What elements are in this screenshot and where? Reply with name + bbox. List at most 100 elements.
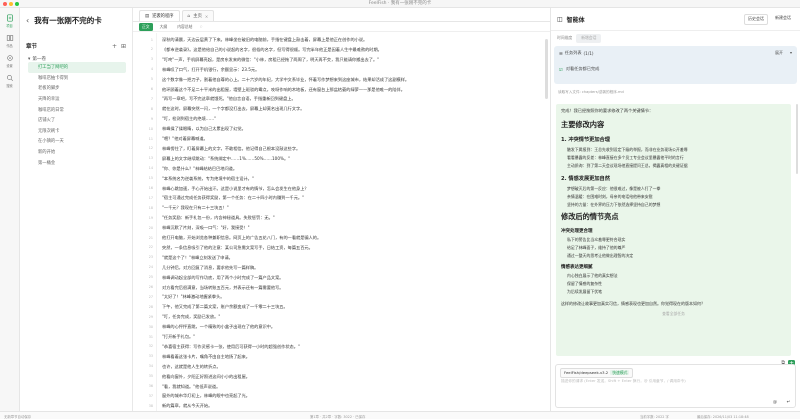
status-word-count: 当前字数: 2022 字 bbox=[640, 415, 669, 419]
rail-label: 作品 bbox=[6, 44, 13, 48]
project-header: ‹ 我有一张刚不完的卡 bbox=[20, 8, 132, 32]
tab-chapter[interactable]: ▤ 逆袭的程序 bbox=[139, 10, 180, 21]
tab-label: 逆袭的程序 bbox=[152, 14, 174, 19]
paragraph: 屏幕上的文字继续跳动："系统绑定中……1%……50%……100%。" bbox=[162, 155, 291, 161]
paragraph: "宿主可通过完成任务获得奖励，第一个任务：在二十四小时内赚到一千元。" bbox=[162, 195, 305, 201]
status-last-saved: 最后保存: 2026/11/03 11:18:48 bbox=[697, 415, 749, 419]
line-number: 23 bbox=[148, 255, 153, 260]
answer-minor-heading: 情感表达更细腻 bbox=[561, 265, 593, 270]
task-list-header: ☰ 任务列表 (1/1) bbox=[559, 50, 594, 56]
chapter-item[interactable]: 打工当了网吧的 bbox=[28, 62, 126, 73]
history-button[interactable]: 历史会话 bbox=[744, 13, 768, 25]
chapter-item[interactable]: 新的开始 bbox=[28, 147, 126, 158]
line-number: 21 bbox=[148, 235, 153, 240]
rail-item-works[interactable]: 作品 bbox=[0, 34, 19, 48]
line-number: 32 bbox=[148, 344, 153, 349]
answer-heading-after: 修改后的情节亮点 bbox=[561, 212, 619, 221]
agent-icon: ◫ bbox=[557, 15, 563, 23]
task-count: (1/1) bbox=[583, 50, 594, 56]
paragraph: "任务奖励：新手礼包一份，内含神秘道具。失败惩罚：无。" bbox=[162, 215, 275, 221]
chapter-item[interactable]: 咖啡店抽卡得到 bbox=[28, 73, 126, 84]
line-number: 24 bbox=[148, 265, 153, 270]
chevron-down-icon[interactable]: ▾ bbox=[790, 50, 792, 55]
model-mode-badge: 快速模式 bbox=[610, 370, 630, 375]
search-icon bbox=[6, 75, 13, 82]
answer-list-item: 主动质询：到了第二天会议现场他直接提问王总，揭露真相的关键证据 bbox=[567, 163, 688, 168]
paragraph: 林峰心跳加速，手心开始出汗。这是小说里才有的情节，怎么会发生在他身上？ bbox=[162, 185, 309, 191]
paragraph: 下午，他又完成了第二篇文案，账户余额变成了一千零二十三块五。 bbox=[162, 304, 288, 310]
mention-button[interactable]: @ bbox=[773, 399, 777, 404]
answer-list-item: 亲情温暖：在困难时刻，母亲的电话给他带来安慰 bbox=[567, 194, 653, 199]
rail-item-settings[interactable]: 设置 bbox=[0, 54, 19, 68]
chapter-item[interactable]: 无限次刷卡 bbox=[28, 126, 126, 137]
chapter-item[interactable]: 老板的脚步 bbox=[28, 83, 126, 94]
send-button[interactable]: ↵ bbox=[786, 399, 790, 404]
chapter-item[interactable]: 店铺火了 bbox=[28, 115, 126, 126]
paragraph: 窗外的城市华灯初上，林峰的眼中也亮起了光。 bbox=[162, 393, 250, 399]
new-folder-icon[interactable]: ⊞ bbox=[121, 43, 126, 50]
model-select[interactable]: FeelFish/deepseek-v3.2 快速模式 bbox=[560, 368, 634, 378]
line-number: 36 bbox=[148, 384, 153, 388]
answer-list-item: 给足了林峰面子，维持了他的尊严 bbox=[567, 245, 626, 250]
message-composer: FeelFish/deepseek-v3.2 快速模式 描述你的请求 (Enter… bbox=[555, 364, 796, 408]
agent-header: ◫ 智能体 历史会话 新建会话 bbox=[551, 8, 800, 31]
rail-item-project[interactable]: 项目 bbox=[0, 14, 19, 28]
mode-summary-button[interactable]: 内容总结 bbox=[174, 23, 195, 31]
paragraph: 林峰的心怦怦直跳，一个精致的小盒子出现在了他的意识中。 bbox=[162, 324, 276, 330]
agent-scrollbar[interactable] bbox=[795, 104, 798, 174]
expand-button[interactable]: 展开 bbox=[775, 50, 783, 56]
context-label: 时间维度 bbox=[557, 35, 573, 40]
message-input[interactable]: 描述你的请求 (Enter 发送，Shift + Enter 换行，@ 引用章节… bbox=[561, 379, 686, 384]
line-number: 13 bbox=[148, 156, 153, 161]
context-select[interactable]: 新增会话 bbox=[576, 33, 602, 43]
line-number: 8 bbox=[150, 106, 153, 111]
rail-label: 设置 bbox=[6, 64, 13, 68]
line-number: 7 bbox=[150, 96, 153, 101]
line-number: 33 bbox=[148, 354, 153, 359]
line-number: 34 bbox=[148, 364, 153, 369]
lightbulb-icon[interactable]: ♢ bbox=[199, 24, 203, 29]
answer-list-item: 坚持的力量：在外界的压力下依然选择坚持自己的梦想 bbox=[567, 202, 661, 207]
new-session-button[interactable]: 新建会话 bbox=[772, 13, 794, 25]
chapter-item[interactable]: 天降的幸运 bbox=[28, 94, 126, 105]
editor-scrollbar[interactable] bbox=[545, 39, 548, 99]
paragraph: "你、你是什么？"林峰结结巴巴地问道。 bbox=[162, 165, 238, 171]
agent-answer: 完成！我已经按照你的要求修改了两个关键情节： 主要修改内容 1. 冲突情节更加合… bbox=[556, 104, 791, 356]
paragraph: "一千元？我现在只有二十三块五！" bbox=[162, 205, 229, 211]
document-body[interactable]: 1 2 3 4 5 6 7 8 9 10 11 12 13 14 15 16 17 18 19 20 21 22 23 24 2… bbox=[133, 33, 550, 411]
close-icon[interactable]: × bbox=[205, 14, 208, 19]
tab-home[interactable]: ⌂ 主页 × bbox=[181, 10, 215, 21]
paragraph: 他环顾着这个不足二十平米的出租屋，墙壁上斑驳的霉点，吱呀作响的木地板，还有窗台上… bbox=[162, 86, 405, 92]
show-more-link[interactable]: 查看全部任务 bbox=[561, 311, 786, 317]
answer-list-item: 私下的警告比当众羞辱更符合现实 bbox=[567, 237, 626, 242]
paragraph: 深秋的清晨，天边云层黄了下来。林峰坐在破旧的电脑前，手指在键盘上敲击着，屏幕上是… bbox=[162, 37, 368, 42]
paragraph: 他打开电脑，开始浏览各种兼职信息。网页上的广告五花八门，有的一看就是骗人的。 bbox=[162, 235, 322, 240]
document-icon bbox=[6, 14, 13, 22]
add-chapter-icon[interactable]: + bbox=[112, 43, 117, 50]
mode-outline-button[interactable]: 大纲 bbox=[157, 23, 171, 31]
answer-subheading: 1. 冲突情节更加合理 bbox=[561, 137, 610, 143]
chapter-section-header: 章节 + ⊞ bbox=[26, 42, 126, 51]
paragraph: "打开新手礼包。" bbox=[162, 334, 196, 339]
project-title: 我有一张刚不完的卡 bbox=[34, 15, 102, 25]
line-number: 5 bbox=[150, 77, 153, 82]
mode-text-button[interactable]: 正文 bbox=[139, 22, 153, 31]
line-number: 18 bbox=[148, 205, 153, 210]
paragraph: 对方看完后很满意，当场转账五百元，并表示还有一篇需要他写。 bbox=[162, 284, 284, 290]
tab-label: 主页 bbox=[193, 14, 202, 19]
line-number: 4 bbox=[150, 67, 153, 72]
paragraph: 林峰看着这张卡片，嘴角不由自主地扬了起来。 bbox=[162, 353, 250, 359]
line-number: 27 bbox=[148, 294, 153, 299]
line-number: 26 bbox=[148, 285, 153, 289]
back-arrow-icon[interactable]: ‹ bbox=[26, 16, 29, 25]
chapter-item[interactable]: 在小镇的一天 bbox=[28, 136, 126, 147]
editor-toolbar: 正文 大纲 内容总结 ♢ bbox=[133, 22, 550, 32]
section-title: 章节 bbox=[26, 44, 38, 50]
chapter-item[interactable]: 咖啡店的日常 bbox=[28, 104, 126, 115]
paragraph: "叮，检测到宿主的绝境……" bbox=[162, 116, 217, 122]
chapter-item[interactable]: 第一桶金 bbox=[28, 157, 126, 168]
paragraph: "喂？"他对着屏幕喊道。 bbox=[162, 136, 208, 141]
paragraph: "再写一章吧，写不完这章就饿死。"他自言自语，手指重新回到键盘上。 bbox=[162, 96, 296, 102]
model-name: FeelFish/deepseek-v3.2 bbox=[564, 370, 609, 375]
rail-item-search[interactable]: 搜索 bbox=[0, 74, 19, 88]
